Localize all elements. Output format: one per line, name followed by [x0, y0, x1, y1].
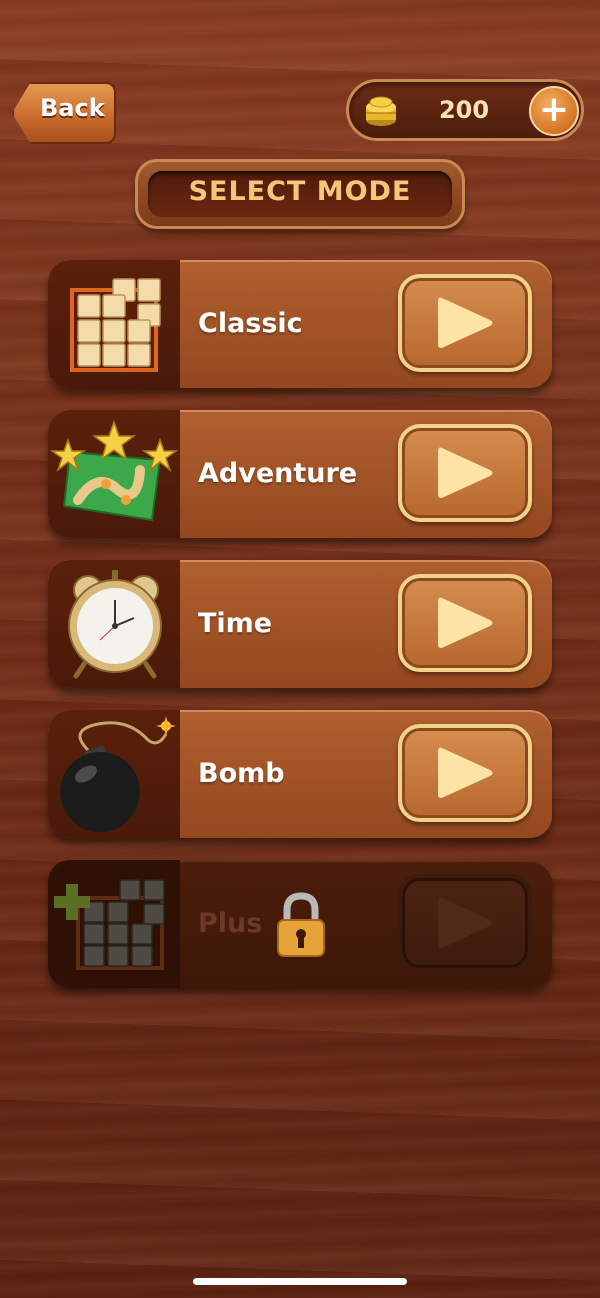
mode-label-plus: Plus: [198, 908, 263, 939]
page-title-plate: SELECT MODE: [135, 159, 465, 229]
play-button-plus: [398, 874, 532, 972]
mode-label-classic: Classic: [198, 308, 303, 339]
back-button[interactable]: Back: [12, 82, 116, 144]
mode-label-adventure: Adventure: [198, 458, 358, 489]
mode-icon-panel: [48, 860, 180, 988]
plus-icon: +: [538, 89, 570, 130]
mode-row-bomb[interactable]: Bomb: [48, 710, 552, 838]
bomb-icon: [60, 716, 176, 832]
mode-row-plus[interactable]: Plus: [48, 860, 552, 988]
coin-amount: 200: [438, 96, 490, 124]
mode-row-adventure[interactable]: Adventure: [48, 410, 552, 538]
home-indicator[interactable]: [193, 1278, 407, 1285]
mode-label-bomb: Bomb: [198, 758, 285, 789]
plus-blocks-icon: [54, 879, 165, 970]
mode-icon-panel: [48, 260, 180, 388]
play-icon: [438, 297, 493, 348]
play-icon: [438, 897, 493, 948]
add-coins-button[interactable]: +: [529, 86, 579, 136]
play-button-adventure[interactable]: [398, 424, 532, 522]
play-button-classic[interactable]: [398, 274, 532, 372]
mode-icon-panel: [48, 710, 180, 838]
lock-icon: [277, 892, 325, 957]
back-label: Back: [40, 94, 105, 122]
play-icon: [438, 747, 493, 798]
play-icon: [438, 447, 493, 498]
coin-stack-icon: [366, 96, 396, 126]
adventure-map-stars-icon: [49, 419, 179, 522]
page-title: SELECT MODE: [188, 176, 412, 207]
play-button-bomb[interactable]: [398, 724, 532, 822]
mode-icon-panel: [48, 560, 180, 688]
mode-label-time: Time: [198, 608, 273, 639]
alarm-clock-icon: [68, 570, 162, 679]
coin-balance: 200 +: [346, 79, 584, 141]
mode-row-time[interactable]: Time: [48, 560, 552, 688]
mode-icon-panel: [48, 410, 180, 538]
mode-row-classic[interactable]: Classic: [48, 260, 552, 388]
play-button-time[interactable]: [398, 574, 532, 672]
play-icon: [438, 597, 493, 648]
classic-blocks-icon: [70, 278, 161, 372]
